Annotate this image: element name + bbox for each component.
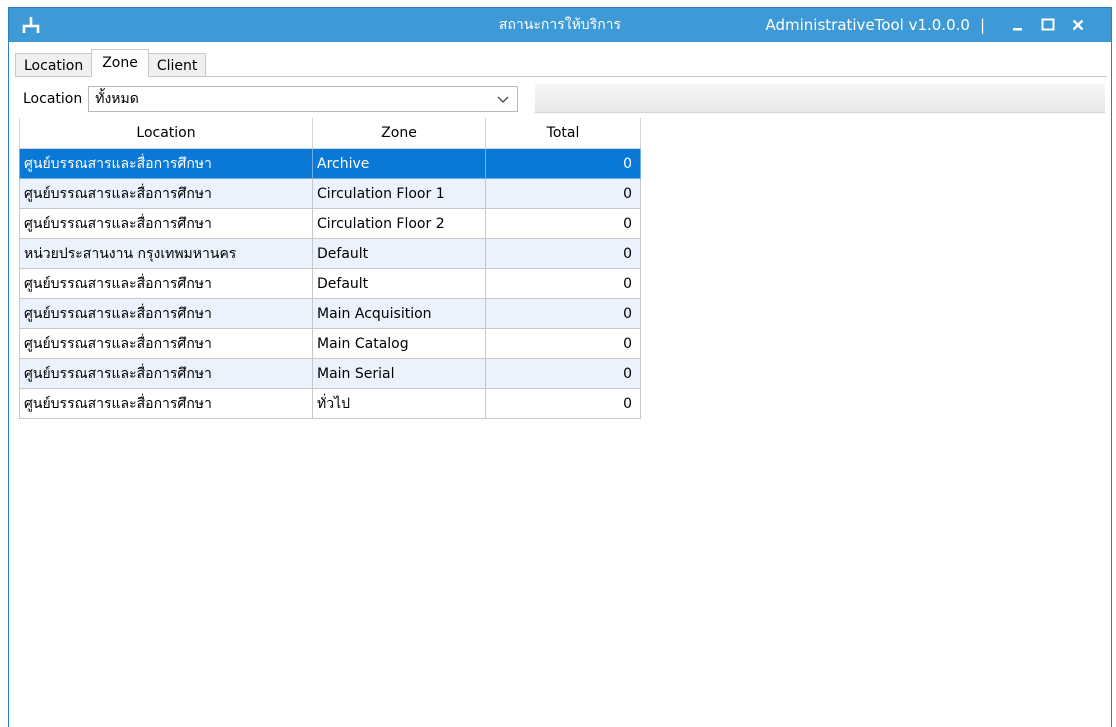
cell-location[interactable]: ศูนย์บรรณสารและสื่อการศึกษา	[19, 148, 313, 179]
cell-total[interactable]: 0	[485, 358, 641, 389]
cell-zone[interactable]: Main Serial	[312, 358, 486, 389]
table-row[interactable]: ศูนย์บรรณสารและสื่อการศึกษา Main Catalog…	[19, 328, 641, 359]
cell-total[interactable]: 0	[485, 268, 641, 299]
column-header-location[interactable]: Location	[19, 118, 313, 149]
maximize-icon	[1041, 18, 1055, 31]
title-separator: |	[979, 16, 985, 34]
cell-zone[interactable]: Circulation Floor 2	[312, 208, 486, 239]
app-window: สถานะการให้บริการ AdministrativeTool v1.…	[8, 7, 1112, 727]
column-header-total[interactable]: Total	[485, 118, 641, 149]
cell-zone[interactable]: Main Catalog	[312, 328, 486, 359]
cell-total[interactable]: 0	[485, 178, 641, 209]
table-row[interactable]: หน่วยประสานงาน กรุงเทพมหานคร Default 0	[19, 238, 641, 269]
table-row[interactable]: ศูนย์บรรณสารและสื่อการศึกษา ทั่วไป 0	[19, 388, 641, 419]
table-header-row: Location Zone Total	[19, 118, 641, 149]
app-version: AdministrativeTool v1.0.0.0	[765, 16, 970, 34]
title-controls: AdministrativeTool v1.0.0.0 |	[765, 8, 1093, 42]
cell-location[interactable]: ศูนย์บรรณสารและสื่อการศึกษา	[19, 388, 313, 419]
cell-zone[interactable]: ทั่วไป	[312, 388, 486, 419]
filter-bar-background	[535, 84, 1105, 113]
cell-location[interactable]: ศูนย์บรรณสารและสื่อการศึกษา	[19, 268, 313, 299]
column-header-zone[interactable]: Zone	[312, 118, 486, 149]
table-row[interactable]: ศูนย์บรรณสารและสื่อการศึกษา Circulation …	[19, 208, 641, 239]
tab-panel-divider	[15, 76, 1107, 77]
cell-location[interactable]: ศูนย์บรรณสารและสื่อการศึกษา	[19, 178, 313, 209]
table-row[interactable]: ศูนย์บรรณสารและสื่อการศึกษา Main Serial …	[19, 358, 641, 389]
cell-location[interactable]: หน่วยประสานงาน กรุงเทพมหานคร	[19, 238, 313, 269]
cell-zone[interactable]: Default	[312, 238, 486, 269]
cell-total[interactable]: 0	[485, 328, 641, 359]
zone-table: Location Zone Total ศูนย์บรรณสารและสื่อก…	[19, 118, 641, 419]
tab-client[interactable]: Client	[147, 53, 207, 77]
table-row[interactable]: ศูนย์บรรณสารและสื่อการศึกษา Default 0	[19, 268, 641, 299]
cell-zone[interactable]: Archive	[312, 148, 486, 179]
cell-total[interactable]: 0	[485, 238, 641, 269]
title-bar[interactable]: สถานะการให้บริการ AdministrativeTool v1.…	[9, 8, 1111, 42]
close-icon	[1072, 19, 1084, 31]
cell-zone[interactable]: Main Acquisition	[312, 298, 486, 329]
chevron-down-icon	[497, 96, 509, 103]
location-filter-select[interactable]: ทั้งหมด	[88, 86, 519, 112]
cell-total[interactable]: 0	[485, 208, 641, 239]
table-row[interactable]: ศูนย์บรรณสารและสื่อการศึกษา Main Acquisi…	[19, 298, 641, 329]
minimize-icon	[1013, 28, 1022, 31]
cell-zone[interactable]: Default	[312, 268, 486, 299]
location-filter-value: ทั้งหมด	[95, 91, 139, 107]
cell-location[interactable]: ศูนย์บรรณสารและสื่อการศึกษา	[19, 328, 313, 359]
tab-strip: Location Zone Client	[15, 49, 207, 77]
cell-location[interactable]: ศูนย์บรรณสารและสื่อการศึกษา	[19, 358, 313, 389]
cell-total[interactable]: 0	[485, 298, 641, 329]
cell-location[interactable]: ศูนย์บรรณสารและสื่อการศึกษา	[19, 298, 313, 329]
maximize-button[interactable]	[1033, 8, 1063, 42]
tab-zone[interactable]: Zone	[91, 49, 149, 77]
table-row[interactable]: ศูนย์บรรณสารและสื่อการศึกษา Archive 0	[19, 148, 641, 179]
cell-total[interactable]: 0	[485, 148, 641, 179]
minimize-button[interactable]	[1003, 8, 1033, 42]
tab-location[interactable]: Location	[15, 53, 93, 77]
filter-bar: Location ทั้งหมด	[17, 84, 1105, 114]
cell-zone[interactable]: Circulation Floor 1	[312, 178, 486, 209]
table-row[interactable]: ศูนย์บรรณสารและสื่อการศึกษา Circulation …	[19, 178, 641, 209]
cell-location[interactable]: ศูนย์บรรณสารและสื่อการศึกษา	[19, 208, 313, 239]
cell-total[interactable]: 0	[485, 388, 641, 419]
close-button[interactable]	[1063, 8, 1093, 42]
location-filter-label: Location	[23, 91, 83, 107]
